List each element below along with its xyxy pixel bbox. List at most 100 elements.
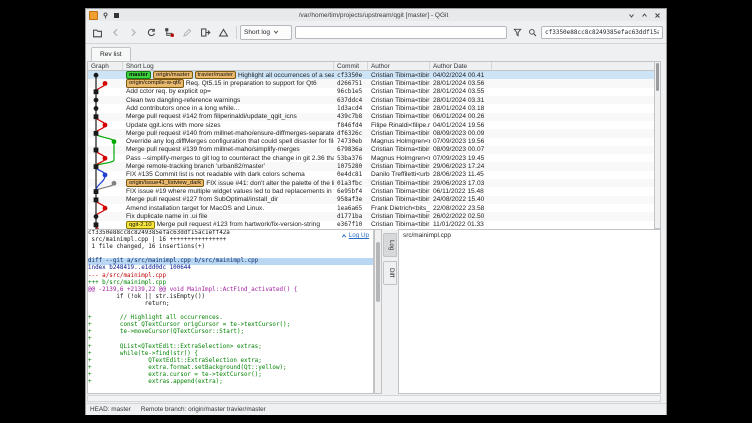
log-up-label: Log Up bbox=[349, 232, 369, 239]
scrollbar-thumb[interactable] bbox=[376, 242, 380, 302]
commit-row[interactable]: Merge pull request #140 from millnet-mah… bbox=[88, 129, 660, 137]
cell-graph bbox=[88, 204, 123, 212]
commit-row[interactable]: Merge pull request #142 from filiperinal… bbox=[88, 113, 660, 121]
commit-row[interactable]: Override any log.diffMerges configuratio… bbox=[88, 138, 660, 146]
scrollbar-thumb[interactable] bbox=[656, 63, 659, 91]
diff-view[interactable]: cf3350e88cc8c8249385efac63ddf15ac1eff42a… bbox=[87, 229, 374, 394]
commit-row[interactable]: Merge pull request #139 from millnet-mah… bbox=[88, 146, 660, 154]
refresh-button[interactable] bbox=[143, 24, 160, 41]
checkout-button[interactable] bbox=[197, 24, 214, 41]
commit-row[interactable]: Clean two dangling-reference warnings637… bbox=[88, 96, 660, 104]
commit-row[interactable]: Merge remote-tracking branch 'urban82/ma… bbox=[88, 162, 660, 170]
diff-line: cf3350e88cc8c8249385efac63ddf15ac1eff42a bbox=[88, 230, 373, 237]
diff-line: + QTextEdit::ExtraSelection extra; bbox=[88, 358, 373, 365]
cell-subject: origin/compile-w-qt6Req. Qt5.15 in prepa… bbox=[123, 79, 334, 87]
horizontal-scrollbar[interactable] bbox=[87, 395, 661, 402]
diff-scrollbar[interactable] bbox=[374, 229, 382, 394]
tab-rev-list[interactable]: Rev list bbox=[91, 47, 131, 61]
revlist-scrollbar[interactable] bbox=[654, 61, 661, 229]
commit-row[interactable]: Fix duplicate name in .ui filed1771baCri… bbox=[88, 212, 660, 220]
cell-graph bbox=[88, 88, 123, 96]
commit-row[interactable]: FIX issue #19 where multiple widget valu… bbox=[88, 187, 660, 195]
cell-date: 28/01/2024 03.18 bbox=[430, 104, 492, 112]
cell-subject: Amend installation target for MacOS and … bbox=[123, 204, 334, 212]
commit-row[interactable]: qgit-2.10Merge pull request #123 from ha… bbox=[88, 221, 660, 229]
tab-diff[interactable]: Diff bbox=[383, 261, 397, 284]
commit-row[interactable]: origin/issue41_listview_darkFIX issue #4… bbox=[88, 179, 660, 187]
ref-badge-branch: origin/compile-w-qt6 bbox=[126, 79, 184, 87]
cell-graph bbox=[88, 104, 123, 112]
back-button bbox=[107, 24, 124, 41]
checkout-icon bbox=[200, 27, 211, 38]
cell-graph bbox=[88, 196, 123, 204]
diff-line: return; bbox=[88, 301, 373, 308]
tab-log[interactable]: Log bbox=[383, 233, 397, 257]
cell-commit: 6e95bf4 bbox=[334, 187, 368, 195]
caret-up-icon bbox=[341, 233, 347, 239]
cell-subject: Fix duplicate name in .ui file bbox=[123, 212, 334, 220]
filter-input[interactable] bbox=[295, 26, 507, 39]
cell-graph bbox=[88, 113, 123, 121]
diff-line: + bbox=[88, 336, 373, 343]
cell-commit: f846fd4 bbox=[334, 121, 368, 129]
cell-date: 26/02/2022 02.50 bbox=[430, 212, 492, 220]
view-select[interactable]: Short log bbox=[240, 25, 292, 40]
cell-author: Cristian Tibirna<tibirna@users.noc... bbox=[368, 146, 430, 154]
column-header-short-log[interactable]: Short Log bbox=[123, 62, 334, 70]
cell-date: 04/01/2024 19.56 bbox=[430, 121, 492, 129]
cell-date: 22/08/2022 23.58 bbox=[430, 204, 492, 212]
cell-commit: df6326c bbox=[334, 129, 368, 137]
cell-date: 28/01/2024 03.31 bbox=[430, 96, 492, 104]
commit-row[interactable]: Merge pull request #127 from SubOptimal/… bbox=[88, 196, 660, 204]
commit-row[interactable]: Amend installation target for MacOS and … bbox=[88, 204, 660, 212]
cell-author: Cristian Tibirna<tibirna@kde.org> bbox=[368, 88, 430, 96]
close-button[interactable] bbox=[653, 11, 661, 19]
status-bar: HEAD: master Remote branch: origin/maste… bbox=[86, 403, 666, 415]
file-item[interactable]: src/mainimpl.cpp bbox=[399, 230, 660, 239]
column-header-commit[interactable]: Commit bbox=[334, 62, 368, 70]
folder-icon bbox=[92, 27, 103, 38]
window-title: /var/home/tim/projects/upstream/qgit [ma… bbox=[120, 12, 627, 19]
apply-patch-button[interactable] bbox=[215, 24, 232, 41]
filter-icon[interactable] bbox=[511, 26, 524, 39]
diff-line: + extras.append(extra); bbox=[88, 379, 373, 386]
cell-commit: e367f10 bbox=[334, 221, 368, 229]
commit-row[interactable]: Add cctor req. by explicit op=96cb1e5Cri… bbox=[88, 88, 660, 96]
qgit-window: /var/home/tim/projects/upstream/qgit [ma… bbox=[85, 8, 667, 415]
cell-subject: Merge pull request #142 from filiperinal… bbox=[123, 113, 334, 121]
cell-commit: 96cb1e5 bbox=[334, 88, 368, 96]
minimize-button[interactable] bbox=[627, 11, 635, 19]
column-header-graph[interactable]: Graph bbox=[88, 62, 123, 70]
sha-input[interactable] bbox=[541, 26, 663, 39]
open-button[interactable] bbox=[89, 24, 106, 41]
app-icon bbox=[89, 11, 98, 20]
commit-row[interactable]: Add contributors once in a long while...… bbox=[88, 104, 660, 112]
shade-icon[interactable] bbox=[112, 11, 120, 19]
commit-row[interactable]: masterorigin/mastertravier/masterHighlig… bbox=[88, 71, 660, 79]
cell-commit: 637ddc4 bbox=[334, 96, 368, 104]
maximize-button[interactable] bbox=[640, 11, 648, 19]
commit-row[interactable]: Pass --simplify-merges to git log to cou… bbox=[88, 154, 660, 162]
cell-commit: 74730eb bbox=[334, 138, 368, 146]
revlist-table: masterorigin/mastertravier/masterHighlig… bbox=[87, 71, 661, 229]
pin-icon[interactable] bbox=[101, 11, 109, 19]
branch-tree-button[interactable] bbox=[161, 24, 178, 41]
search-icon[interactable] bbox=[526, 26, 539, 39]
toolbar-separator bbox=[236, 26, 237, 39]
commit-row[interactable]: Update qgit.icns with more sizesf846fd4F… bbox=[88, 121, 660, 129]
column-header-author-date[interactable]: Author Date bbox=[430, 62, 492, 70]
cell-date: 28/06/2023 11.45 bbox=[430, 171, 492, 179]
diff-line: + te->moveCursor(QTextCursor::Start); bbox=[88, 329, 373, 336]
diff-line: 1 file changed, 16 insertions(+) bbox=[88, 244, 373, 251]
log-up-link[interactable]: Log Up bbox=[339, 232, 369, 239]
cell-graph bbox=[88, 96, 123, 104]
column-header-author[interactable]: Author bbox=[368, 62, 430, 70]
cell-subject: Clean two dangling-reference warnings bbox=[123, 96, 334, 104]
cell-subject: origin/issue41_listview_darkFIX issue #4… bbox=[123, 179, 334, 187]
commit-row[interactable]: origin/compile-w-qt6Req. Qt5.15 in prepa… bbox=[88, 79, 660, 87]
cell-graph bbox=[88, 71, 123, 79]
cell-subject: Merge remote-tracking branch 'urban82/ma… bbox=[123, 162, 334, 170]
status-head: HEAD: master bbox=[90, 406, 131, 413]
commit-row[interactable]: FIX #135 Commit list is not readable wit… bbox=[88, 171, 660, 179]
cell-graph bbox=[88, 171, 123, 179]
